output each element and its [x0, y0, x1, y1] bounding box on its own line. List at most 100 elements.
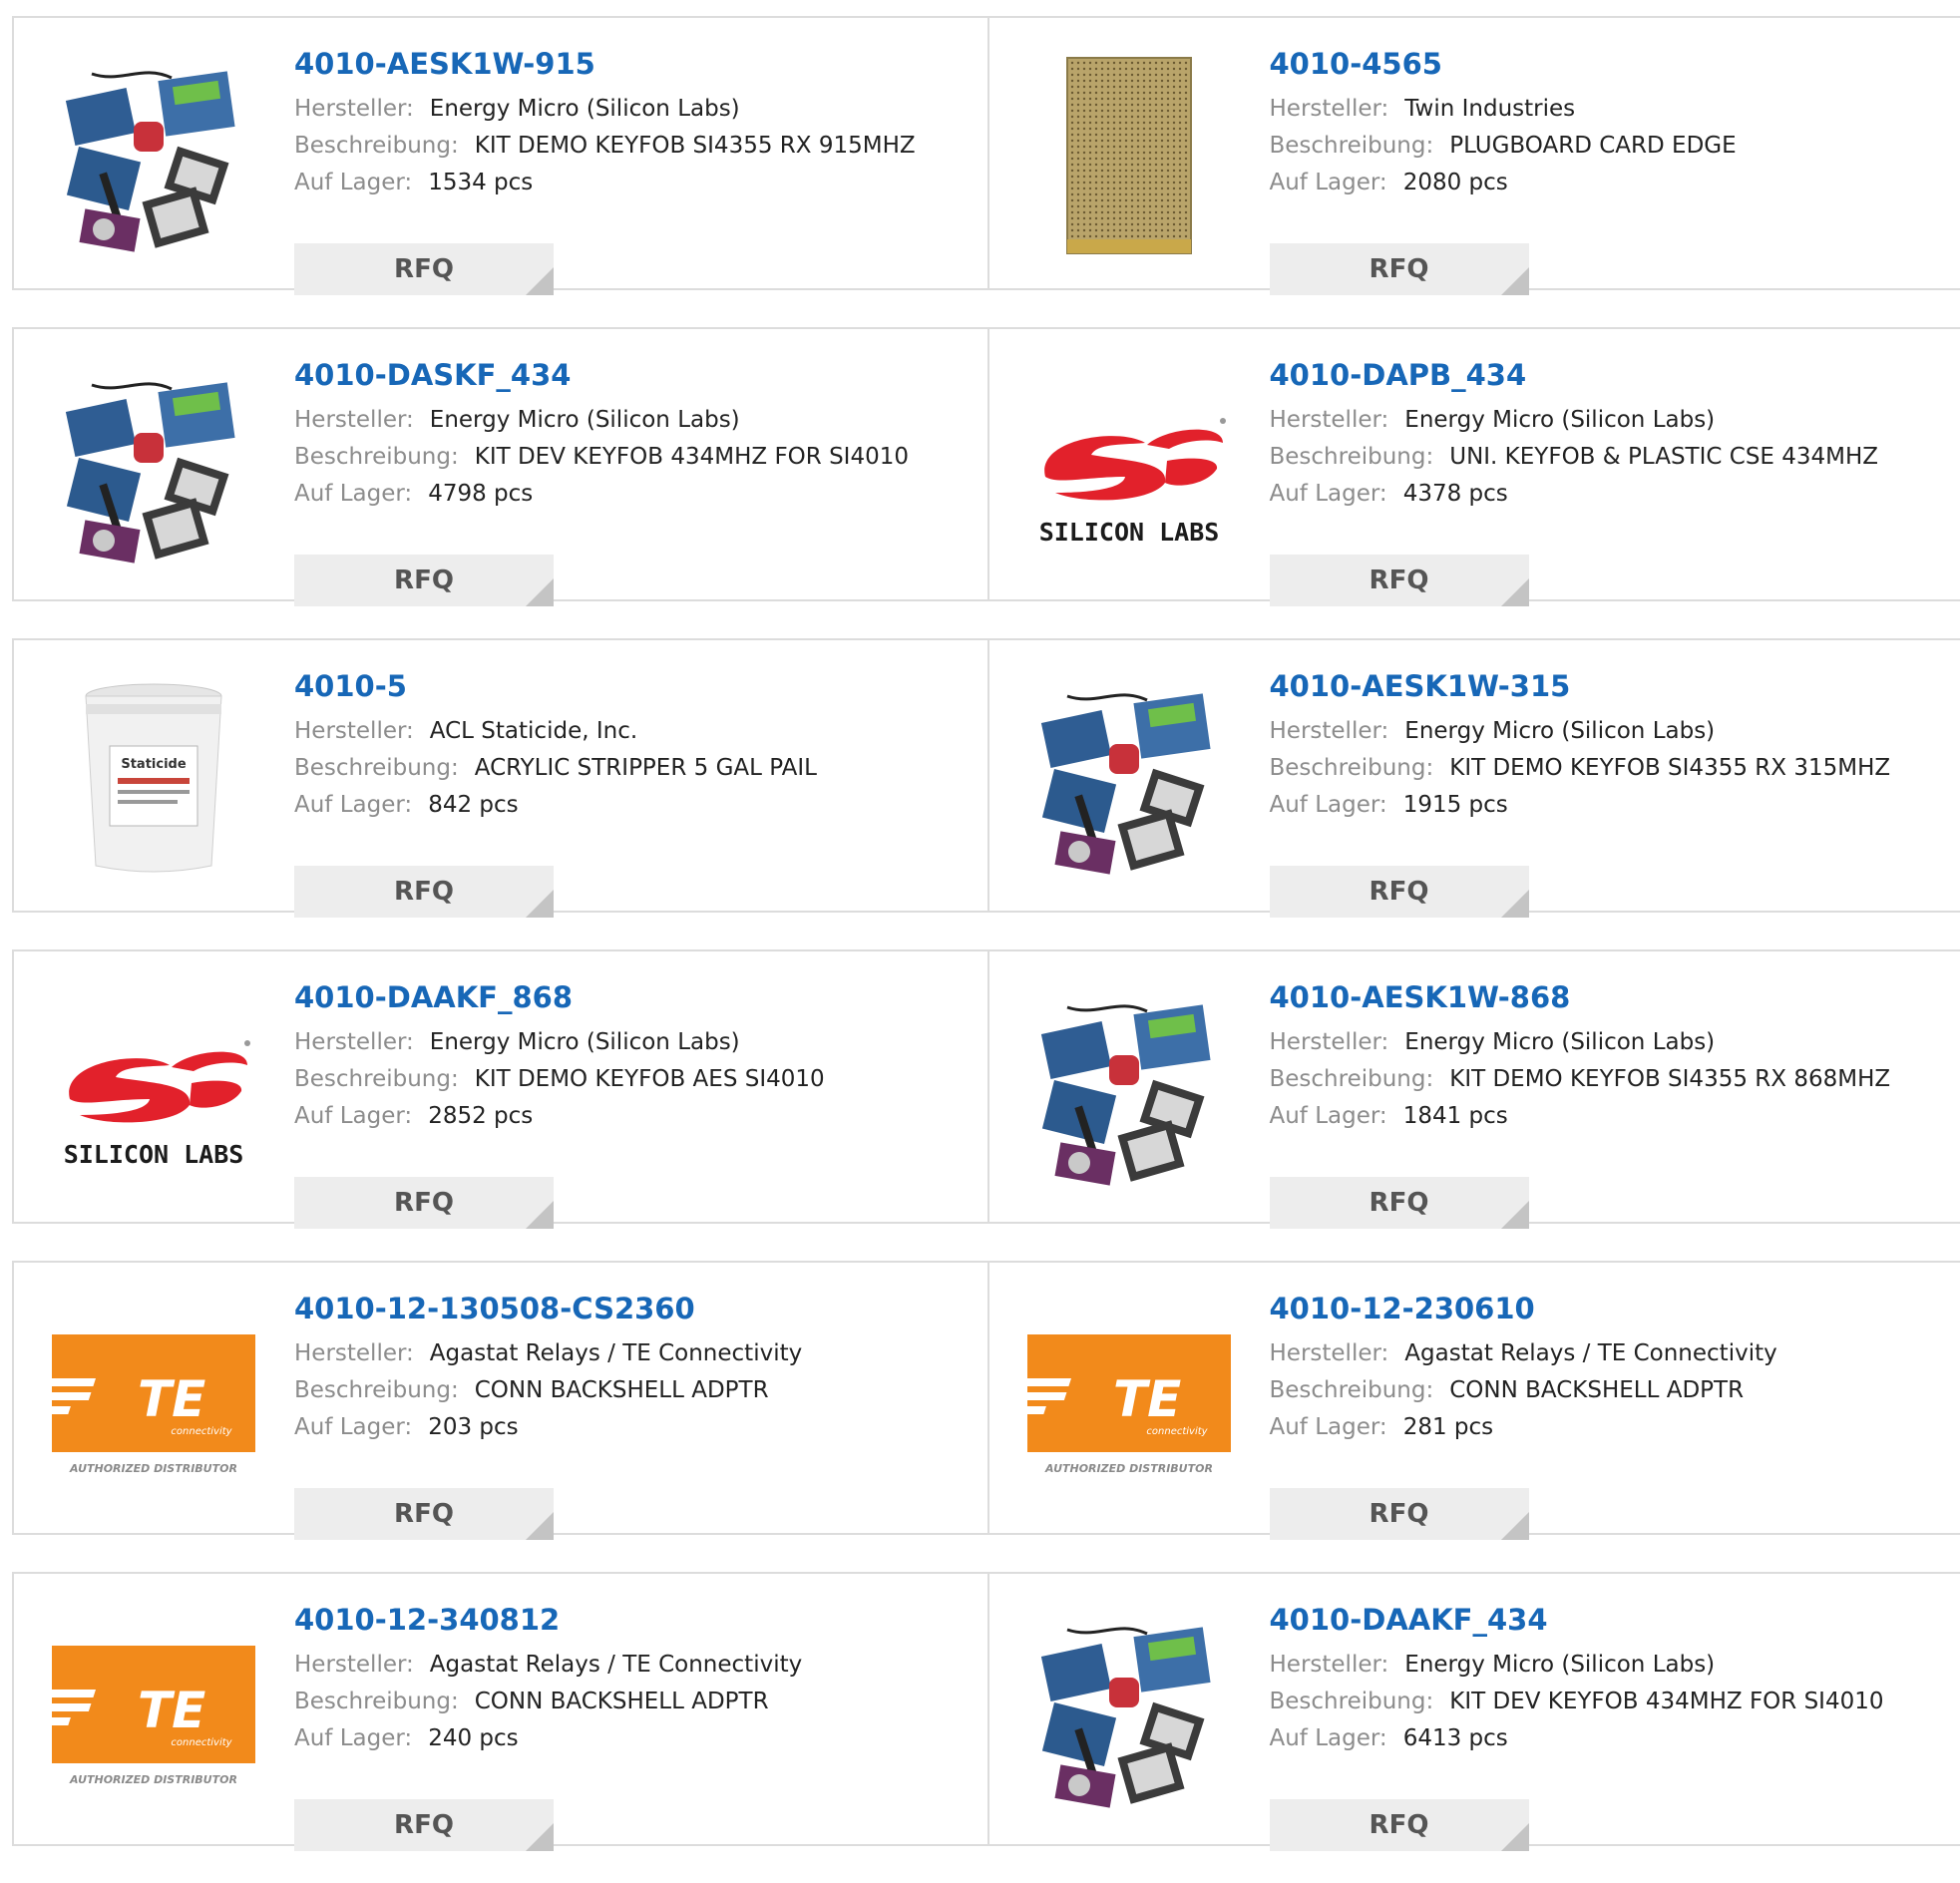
description-value: UNI. KEYFOB & PLASTIC CSE 434MHZ [1449, 444, 1878, 470]
product-info: 4010-DAAKF_868Hersteller:Energy Micro (S… [294, 979, 978, 1135]
description-row: Beschreibung:KIT DEV KEYFOB 434MHZ FOR S… [1270, 1684, 1951, 1720]
description-row: Beschreibung:ACRYLIC STRIPPER 5 GAL PAIL [294, 750, 978, 787]
manufacturer-label: Hersteller: [1270, 718, 1389, 744]
rfq-button-label: RFQ [1370, 254, 1429, 284]
rfq-button[interactable]: RFQ [294, 1177, 554, 1229]
product-card: TEconnectivityAUTHORIZED DISTRIBUTOR 4010… [14, 1263, 987, 1533]
description-value: KIT DEMO KEYFOB SI4355 RX 868MHZ [1449, 1066, 1890, 1092]
manufacturer-value: Agastat Relays / TE Connectivity [430, 1340, 802, 1366]
description-value: KIT DEMO KEYFOB AES SI4010 [475, 1066, 825, 1092]
manufacturer-value: Energy Micro (Silicon Labs) [430, 407, 740, 433]
stock-value: 2080 pcs [1403, 170, 1508, 195]
manufacturer-row: Hersteller:Agastat Relays / TE Connectiv… [294, 1335, 978, 1372]
stock-label: Auf Lager: [1270, 1103, 1387, 1129]
part-number-link[interactable]: 4010-DAAKF_434 [1270, 1602, 1951, 1638]
stock-value: 203 pcs [428, 1414, 518, 1440]
product-image[interactable]: TEconnectivityAUTHORIZED DISTRIBUTOR [52, 1299, 255, 1502]
part-number-link[interactable]: 4010-12-340812 [294, 1602, 978, 1638]
product-image[interactable] [1027, 54, 1231, 257]
description-row: Beschreibung:CONN BACKSHELL ADPTR [294, 1684, 978, 1720]
dev-kit-photo [52, 365, 255, 568]
manufacturer-label: Hersteller: [294, 407, 414, 433]
description-row: Beschreibung:CONN BACKSHELL ADPTR [294, 1372, 978, 1409]
dev-kit-photo [1027, 676, 1231, 880]
stock-value: 842 pcs [428, 792, 518, 818]
manufacturer-row: Hersteller:Energy Micro (Silicon Labs) [294, 91, 978, 128]
corner-triangle-icon [526, 1201, 554, 1229]
stock-row: Auf Lager:240 pcs [294, 1720, 978, 1757]
product-image[interactable]: SILICON LABS [52, 987, 255, 1191]
product-card: 4010-DAAKF_434Hersteller:Energy Micro (S… [987, 1574, 1960, 1844]
product-image[interactable]: Staticide [52, 676, 255, 880]
part-number-link[interactable]: 4010-DAAKF_868 [294, 979, 978, 1015]
description-label: Beschreibung: [294, 444, 459, 470]
part-number-link[interactable]: 4010-4565 [1270, 46, 1951, 82]
product-image[interactable] [52, 365, 255, 568]
te-logo: TEconnectivityAUTHORIZED DISTRIBUTOR [52, 1299, 255, 1502]
logo-wordmark: TE [138, 1370, 205, 1428]
rfq-button[interactable]: RFQ [294, 555, 554, 606]
product-image[interactable] [52, 54, 255, 257]
logo-caption: AUTHORIZED DISTRIBUTOR [69, 1773, 237, 1786]
stock-value: 4798 pcs [428, 481, 533, 507]
product-row: Staticide4010-5Hersteller:ACL Staticide,… [12, 638, 1960, 913]
rfq-button-label: RFQ [1370, 1810, 1429, 1840]
part-number-link[interactable]: 4010-DAPB_434 [1270, 357, 1951, 393]
description-label: Beschreibung: [1270, 755, 1434, 781]
rfq-button-label: RFQ [394, 877, 454, 907]
product-row: TEconnectivityAUTHORIZED DISTRIBUTOR4010… [12, 1572, 1960, 1846]
description-label: Beschreibung: [1270, 1377, 1434, 1403]
product-image[interactable]: TEconnectivityAUTHORIZED DISTRIBUTOR [52, 1610, 255, 1813]
manufacturer-value: Energy Micro (Silicon Labs) [1404, 1652, 1715, 1678]
stock-row: Auf Lager:281 pcs [1270, 1409, 1951, 1446]
product-info: 4010-12-340812Hersteller:Agastat Relays … [294, 1602, 978, 1757]
te-logo: TEconnectivityAUTHORIZED DISTRIBUTOR [52, 1610, 255, 1813]
rfq-button[interactable]: RFQ [294, 243, 554, 295]
manufacturer-value: Agastat Relays / TE Connectivity [1404, 1340, 1776, 1366]
rfq-button[interactable]: RFQ [294, 1488, 554, 1540]
logo-subtext: connectivity [171, 1737, 232, 1748]
manufacturer-value: Agastat Relays / TE Connectivity [430, 1652, 802, 1678]
manufacturer-label: Hersteller: [1270, 1029, 1389, 1055]
rfq-button[interactable]: RFQ [294, 866, 554, 918]
product-image[interactable] [1027, 1610, 1231, 1813]
product-image[interactable] [1027, 676, 1231, 880]
product-row: SILICON LABS4010-DAAKF_868Hersteller:Ene… [12, 949, 1960, 1224]
part-number-link[interactable]: 4010-12-230610 [1270, 1291, 1951, 1326]
product-image[interactable]: SILICON LABS [1027, 365, 1231, 568]
rfq-button[interactable]: RFQ [1270, 866, 1529, 918]
description-value: CONN BACKSHELL ADPTR [1449, 1377, 1744, 1403]
rfq-button[interactable]: RFQ [294, 1799, 554, 1851]
manufacturer-row: Hersteller:Agastat Relays / TE Connectiv… [1270, 1335, 1951, 1372]
part-number-link[interactable]: 4010-AESK1W-868 [1270, 979, 1951, 1015]
stock-label: Auf Lager: [1270, 170, 1387, 195]
part-number-link[interactable]: 4010-AESK1W-315 [1270, 668, 1951, 704]
description-row: Beschreibung:KIT DEMO KEYFOB SI4355 RX 9… [294, 128, 978, 165]
product-card: 4010-DASKF_434 Hersteller: Energy Micro (S… [14, 329, 987, 599]
description-row: Beschreibung:PLUGBOARD CARD EDGE [1270, 128, 1951, 165]
part-number-link[interactable]: 4010-AESK1W-915 [294, 46, 978, 82]
rfq-button[interactable]: RFQ [1270, 1488, 1529, 1540]
stock-label: Auf Lager: [294, 1103, 412, 1129]
rfq-button[interactable]: RFQ [1270, 1799, 1529, 1851]
part-number-link[interactable]: 4010-5 [294, 668, 978, 704]
product-image[interactable] [1027, 987, 1231, 1191]
part-number-link[interactable]: 4010-DASKF_434 [294, 357, 978, 393]
product-card: 4010-AESK1W-315 Hersteller: Energy Micro (… [987, 640, 1960, 911]
stock-row: Auf Lager:842 pcs [294, 787, 978, 824]
product-card: TEconnectivityAUTHORIZED DISTRIBUTOR 4010… [987, 1263, 1960, 1533]
manufacturer-row: Hersteller:Energy Micro (Silicon Labs) [1270, 1024, 1951, 1061]
rfq-button[interactable]: RFQ [1270, 555, 1529, 606]
product-card: TEconnectivityAUTHORIZED DISTRIBUTOR4010… [14, 1574, 987, 1844]
product-image[interactable]: TEconnectivityAUTHORIZED DISTRIBUTOR [1027, 1299, 1231, 1502]
corner-triangle-icon [526, 1512, 554, 1540]
manufacturer-label: Hersteller: [294, 718, 414, 744]
part-number-link[interactable]: 4010-12-130508-CS2360 [294, 1291, 978, 1326]
rfq-button[interactable]: RFQ [1270, 243, 1529, 295]
product-info: 4010-DAPB_434Hersteller:Energy Micro (Si… [1270, 357, 1951, 513]
manufacturer-value: Energy Micro (Silicon Labs) [1404, 718, 1715, 744]
stock-row: Auf Lager:2852 pcs [294, 1098, 978, 1135]
product-info: 4010-DASKF_434 Hersteller: Energy Micro (S… [294, 357, 978, 513]
product-card: Staticide4010-5Hersteller:ACL Staticide,… [14, 640, 987, 911]
rfq-button[interactable]: RFQ [1270, 1177, 1529, 1229]
